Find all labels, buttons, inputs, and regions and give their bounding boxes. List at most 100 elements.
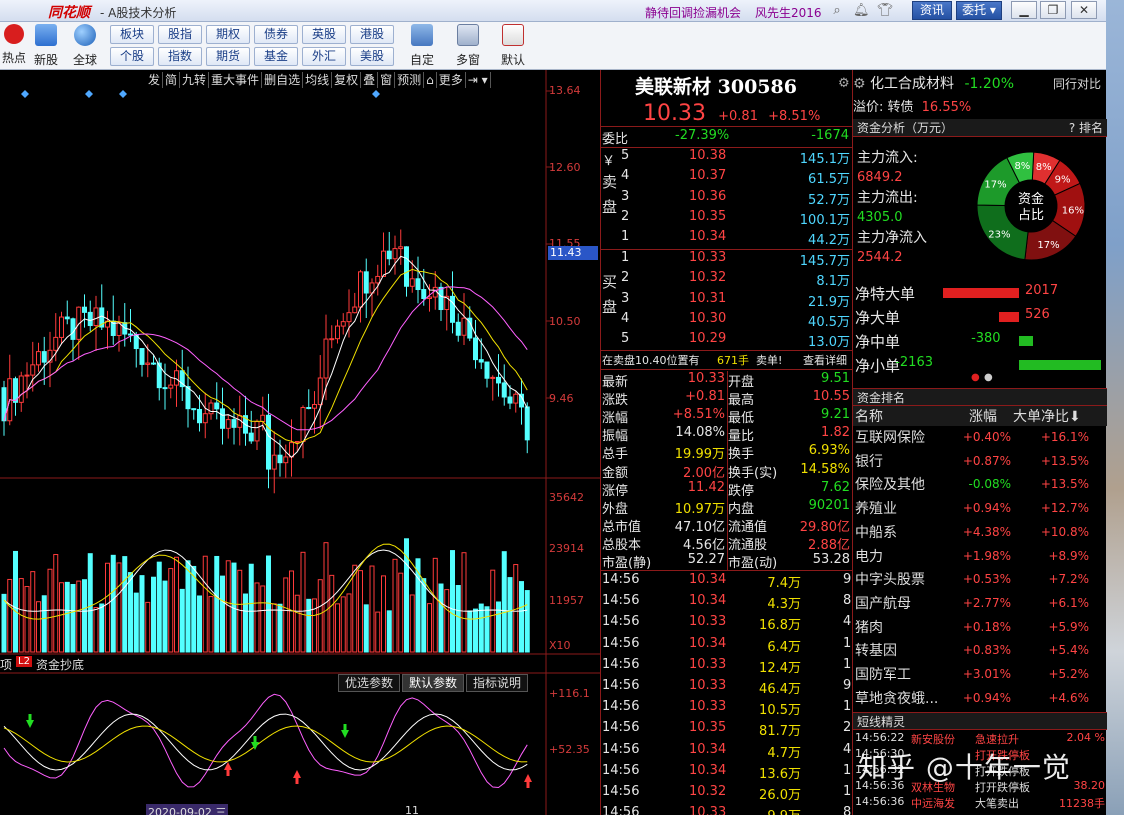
candle-body[interactable] (64, 316, 70, 320)
chart-tool-item[interactable]: 重大事件 (209, 72, 263, 88)
sell-level-row[interactable]: 3 10.36 52.7万 (601, 189, 853, 209)
candle-body[interactable] (312, 404, 317, 409)
candle-body[interactable] (151, 362, 156, 365)
restore-icon[interactable]: ❐ (1040, 1, 1066, 19)
candle-body[interactable] (300, 407, 306, 443)
candle-body[interactable] (145, 362, 151, 365)
sell-level-row[interactable]: 2 10.35 100.1万 (601, 209, 853, 229)
candle-body[interactable] (496, 376, 501, 384)
candle-body[interactable] (277, 454, 283, 464)
candle-body[interactable] (461, 317, 467, 336)
chart-tool-item[interactable]: 九转 (180, 72, 210, 88)
candle-body[interactable] (490, 376, 496, 379)
sector-name[interactable]: 化工合成材料 (870, 76, 954, 92)
candle-body[interactable] (473, 337, 478, 361)
candle-body[interactable] (41, 351, 47, 363)
candle-body[interactable] (197, 408, 202, 424)
candle-body[interactable] (283, 456, 289, 464)
candle-body[interactable] (139, 348, 145, 365)
candle-body[interactable] (381, 250, 386, 277)
candle-body[interactable] (294, 441, 300, 444)
rank-row[interactable]: 保险及其他 -0.08% +13.5% (853, 474, 1107, 497)
sell-level-row[interactable]: 1 10.34 44.2万 (601, 229, 853, 249)
candle-body[interactable] (329, 338, 335, 341)
buy-level-row[interactable]: 1 10.33 145.7万 (601, 250, 853, 270)
candle-body[interactable] (323, 338, 329, 379)
candle-body[interactable] (59, 316, 64, 338)
candle-body[interactable] (87, 311, 93, 327)
candle-body[interactable] (375, 275, 381, 284)
candle-body[interactable] (225, 419, 231, 429)
candle-body[interactable] (478, 359, 484, 363)
market-button[interactable]: 债券 (254, 25, 298, 44)
order-button[interactable]: 委托 ▾ (956, 1, 1002, 20)
candle-body[interactable] (363, 271, 369, 294)
rank-row[interactable]: 国产航母 +2.77% +6.1% (853, 593, 1107, 616)
candle-body[interactable] (507, 396, 513, 404)
news-button[interactable]: 资讯 (912, 1, 952, 20)
candle-body[interactable] (128, 333, 133, 336)
candle-body[interactable] (421, 289, 427, 299)
market-button[interactable]: 指数 (158, 47, 202, 66)
chart-tool-item[interactable]: 删自选 (262, 72, 304, 88)
promo-link-1[interactable]: 静待回调捡漏机会 (645, 4, 741, 21)
tab-indicator-help[interactable]: 指标说明 (466, 674, 529, 692)
market-button[interactable]: 板块 (110, 25, 154, 44)
market-button[interactable]: 个股 (110, 47, 154, 66)
rank-row[interactable]: 银行 +0.87% +13.5% (853, 451, 1107, 474)
rank-row[interactable]: 国防军工 +3.01% +5.2% (853, 664, 1107, 687)
buy-level-row[interactable]: 4 10.30 40.5万 (601, 311, 853, 331)
candle-body[interactable] (358, 271, 363, 308)
candle-body[interactable] (450, 295, 455, 323)
sell-level-row[interactable]: 4 10.37 61.5万 (601, 168, 853, 188)
market-button[interactable]: 美股 (350, 47, 394, 66)
market-button[interactable]: 股指 (158, 25, 202, 44)
rank-row[interactable]: 转基因 +0.83% +5.4% (853, 640, 1107, 663)
hot-button[interactable]: 热点 (0, 24, 28, 66)
candle-body[interactable] (352, 306, 358, 314)
candle-body[interactable] (317, 377, 323, 406)
candle-body[interactable] (214, 402, 220, 410)
candle-body[interactable] (266, 414, 271, 470)
candle-body[interactable] (271, 454, 277, 470)
expand-icon[interactable]: ⇥ ▾ (466, 72, 491, 88)
custom-button[interactable]: 自定 (404, 24, 440, 68)
buy-level-row[interactable]: 3 10.31 21.9万 (601, 291, 853, 311)
promo-link-2[interactable]: 风先生2016 (755, 4, 822, 21)
chart-tool-item[interactable]: 均线 (303, 72, 333, 88)
buy-level-row[interactable]: 5 10.29 13.0万 (601, 331, 853, 351)
fund-bottom-tab[interactable]: 资金抄底 (36, 656, 84, 673)
candle-body[interactable] (70, 318, 76, 340)
close-icon[interactable]: ✕ (1071, 1, 1097, 19)
chart-tool-item[interactable]: 叠 (361, 72, 379, 88)
minimize-icon[interactable]: ▁ (1011, 1, 1037, 19)
candle-body[interactable] (484, 361, 490, 379)
kline-chart[interactable] (0, 70, 600, 815)
chart-tool-item[interactable]: 预测 (395, 72, 425, 88)
chart-tool-item[interactable]: 复权 (332, 72, 362, 88)
event-marker[interactable] (119, 90, 127, 98)
candle-body[interactable] (185, 386, 191, 410)
rank-row[interactable]: 草地贪夜蛾... +0.94% +4.6% (853, 688, 1107, 711)
market-button[interactable]: 期货 (206, 47, 250, 66)
rank-row[interactable]: 中船系 +4.38% +10.8% (853, 522, 1107, 545)
rank-row[interactable]: 中字头股票 +0.53% +7.2% (853, 569, 1107, 592)
candle-body[interactable] (162, 387, 168, 390)
chart-tool-item[interactable]: 窗 (378, 72, 396, 88)
bell-icon[interactable]: 🔔︎ (853, 3, 870, 19)
candle-body[interactable] (174, 370, 179, 386)
event-marker[interactable] (21, 90, 29, 98)
market-button[interactable]: 期权 (206, 25, 250, 44)
candle-body[interactable] (53, 336, 59, 351)
col-pct[interactable]: 涨幅 (969, 406, 997, 426)
candle-body[interactable] (340, 321, 346, 327)
candle-body[interactable] (524, 406, 530, 441)
fund-rank-link[interactable]: ? 排名 (1069, 119, 1103, 137)
page-dot[interactable]: ● (984, 372, 993, 383)
candle-body[interactable] (260, 414, 266, 423)
chart-tool-item[interactable]: 更多 (437, 72, 466, 88)
candle-body[interactable] (392, 248, 398, 260)
search-icon[interactable]: ⌕ (829, 3, 845, 19)
candle-body[interactable] (501, 382, 507, 398)
buy-level-row[interactable]: 2 10.32 8.1万 (601, 270, 853, 290)
